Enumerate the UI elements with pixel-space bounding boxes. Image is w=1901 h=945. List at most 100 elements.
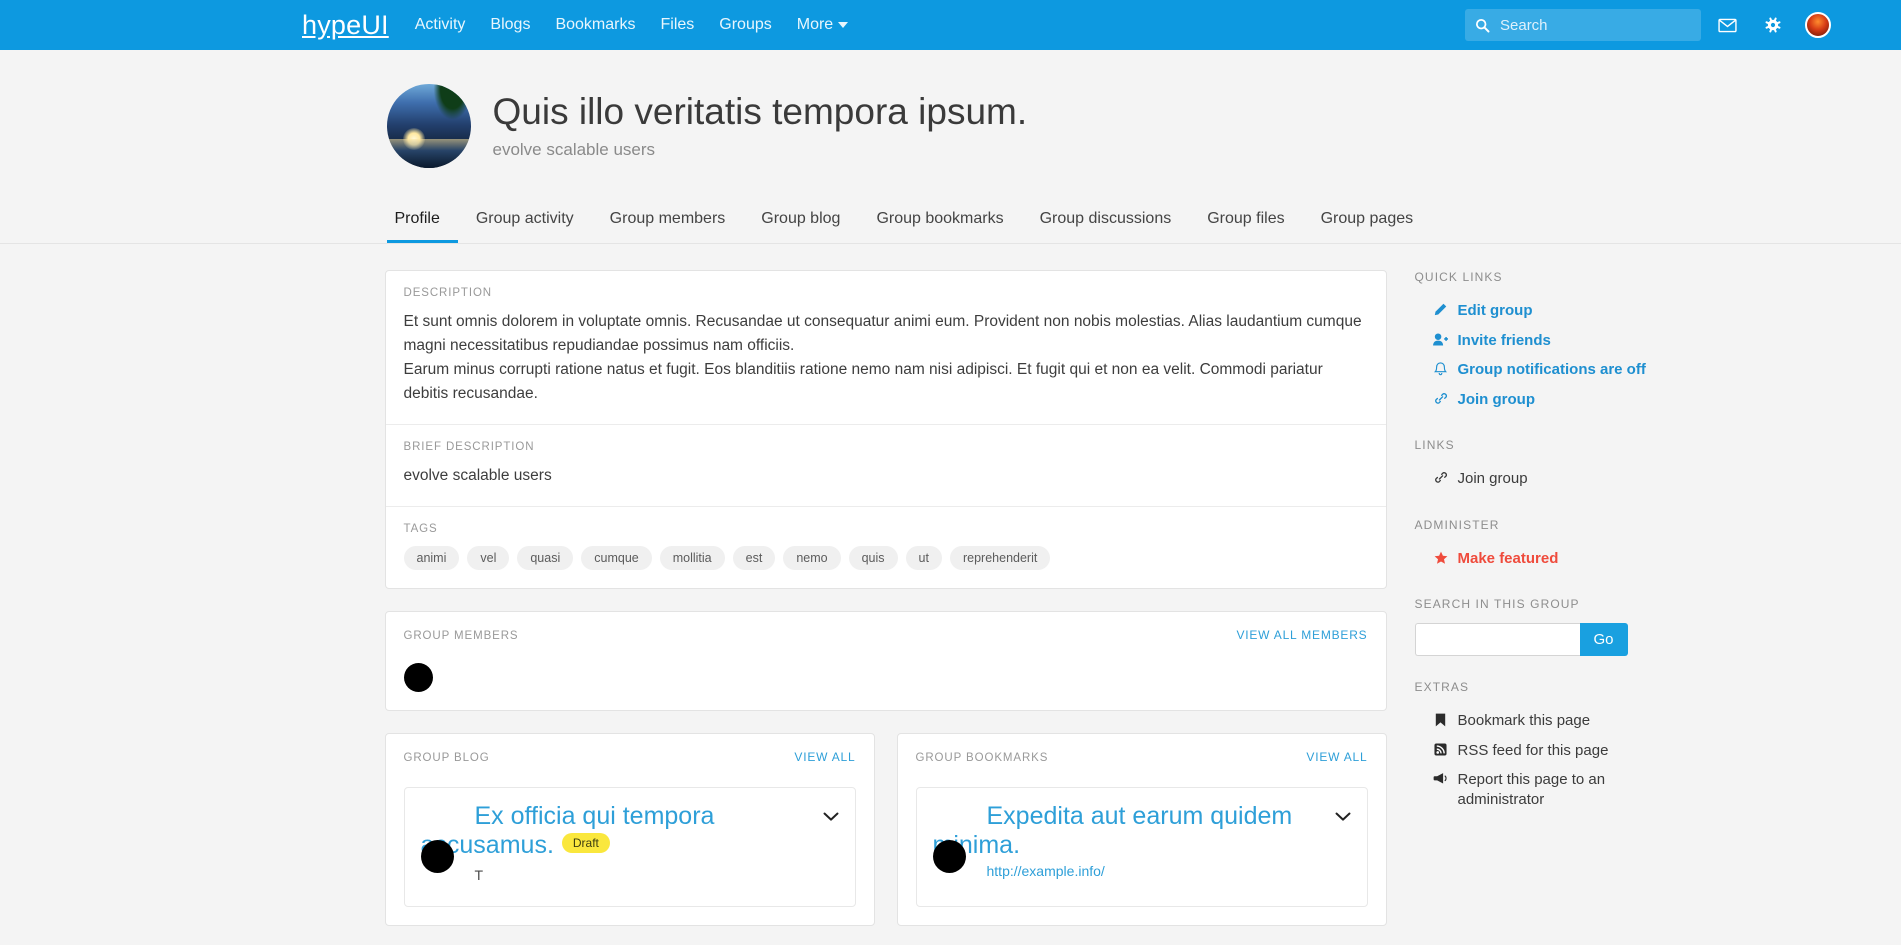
- sidebar-item-label: Invite friends: [1458, 331, 1551, 351]
- tag-item[interactable]: cumque: [581, 546, 651, 570]
- sidebar-item-rss-feed[interactable]: RSS feed for this page: [1415, 736, 1679, 766]
- tag-item[interactable]: quis: [849, 546, 898, 570]
- bookmark-list-item: Expedita aut earum quidem minima. http:/…: [916, 787, 1368, 907]
- sidebar-item-label: Join group: [1458, 390, 1536, 410]
- status-badge: Draft: [562, 833, 610, 853]
- water-decoration: [387, 139, 471, 168]
- sidebar-item-label: RSS feed for this page: [1458, 741, 1609, 761]
- group-bookmarks-section: GROUP BOOKMARKS VIEW ALL Expedita aut ea…: [898, 734, 1386, 925]
- nav-item-more[interactable]: More: [797, 16, 848, 34]
- avatar[interactable]: [933, 840, 966, 873]
- group-members-card: GROUP MEMBERS VIEW ALL MEMBERS: [385, 611, 1387, 711]
- top-navigation-bar: hypeUI Activity Blogs Bookmarks Files Gr…: [0, 0, 1901, 50]
- brief-description-value: evolve scalable users: [404, 464, 1368, 488]
- group-tabs: Profile Group activity Group members Gro…: [385, 204, 1517, 243]
- search-group-label: SEARCH IN THIS GROUP: [1415, 597, 1679, 611]
- avatar[interactable]: [404, 663, 433, 692]
- tag-item[interactable]: reprehenderit: [950, 546, 1050, 570]
- description-paragraph-1: Et sunt omnis dolorem in voluptate omnis…: [404, 310, 1368, 358]
- rss-icon: [1433, 743, 1449, 756]
- tab-group-pages[interactable]: Group pages: [1303, 204, 1432, 243]
- user-avatar[interactable]: [1805, 12, 1831, 38]
- group-search-go-button[interactable]: Go: [1580, 623, 1628, 656]
- brief-description-label: BRIEF DESCRIPTION: [404, 441, 1368, 453]
- bell-icon: [1433, 362, 1449, 376]
- group-bookmarks-card: GROUP BOOKMARKS VIEW ALL Expedita aut ea…: [897, 733, 1387, 926]
- sidebar-item-label: Bookmark this page: [1458, 711, 1591, 731]
- tag-item[interactable]: vel: [467, 546, 509, 570]
- link-icon: [1433, 471, 1449, 484]
- tab-group-files[interactable]: Group files: [1189, 204, 1302, 243]
- links-label: LINKS: [1415, 438, 1679, 452]
- description-text: Et sunt omnis dolorem in voluptate omnis…: [404, 310, 1368, 406]
- nav-item-files[interactable]: Files: [660, 16, 694, 34]
- tag-item[interactable]: quasi: [517, 546, 573, 570]
- chevron-down-icon: [838, 22, 848, 28]
- tab-profile[interactable]: Profile: [387, 204, 458, 243]
- chevron-down-icon[interactable]: [823, 812, 839, 822]
- main-column: DESCRIPTION Et sunt omnis dolorem in vol…: [385, 270, 1387, 926]
- administer-block: ADMINISTER Make featured: [1415, 518, 1679, 574]
- user-plus-icon: [1433, 333, 1449, 346]
- nav-item-bookmarks[interactable]: Bookmarks: [555, 16, 635, 34]
- sidebar-item-report-page[interactable]: Report this page to an administrator: [1415, 765, 1679, 814]
- sidebar-item-label: Edit group: [1458, 301, 1533, 321]
- tag-item[interactable]: nemo: [783, 546, 840, 570]
- description-section: DESCRIPTION Et sunt omnis dolorem in vol…: [386, 271, 1386, 424]
- top-bar-tools: [1465, 9, 1831, 41]
- tag-item[interactable]: ut: [906, 546, 942, 570]
- group-members-section: GROUP MEMBERS VIEW ALL MEMBERS: [386, 612, 1386, 710]
- messages-button[interactable]: [1707, 9, 1747, 41]
- links-block: LINKS Join group: [1415, 438, 1679, 494]
- search-input[interactable]: [1498, 16, 1691, 35]
- description-label: DESCRIPTION: [404, 287, 1368, 299]
- tag-item[interactable]: animi: [404, 546, 460, 570]
- group-avatar[interactable]: [387, 84, 471, 168]
- group-blog-view-all-link[interactable]: VIEW ALL: [794, 750, 855, 764]
- sidebar-item-invite-friends[interactable]: Invite friends: [1415, 326, 1679, 356]
- tag-item[interactable]: est: [733, 546, 776, 570]
- tag-item[interactable]: mollitia: [660, 546, 725, 570]
- sidebar-item-join-group-quick[interactable]: Join group: [1415, 385, 1679, 415]
- nav-more-label: More: [797, 16, 833, 33]
- global-search[interactable]: [1465, 9, 1701, 41]
- sidebar-item-label: Report this page to an administrator: [1458, 770, 1679, 809]
- sidebar-item-group-notifications[interactable]: Group notifications are off: [1415, 355, 1679, 385]
- group-blog-card: GROUP BLOG VIEW ALL Ex officia qui tempo…: [385, 733, 875, 926]
- tab-group-bookmarks[interactable]: Group bookmarks: [858, 204, 1021, 243]
- link-icon: [1433, 392, 1449, 405]
- page-subtitle: evolve scalable users: [493, 140, 1028, 160]
- dual-cards-row: GROUP BLOG VIEW ALL Ex officia qui tempo…: [385, 733, 1387, 926]
- sidebar-item-join-group[interactable]: Join group: [1415, 464, 1679, 494]
- nav-item-activity[interactable]: Activity: [415, 16, 466, 34]
- chevron-down-icon[interactable]: [1335, 812, 1351, 822]
- tab-group-activity[interactable]: Group activity: [458, 204, 592, 243]
- nav-item-groups[interactable]: Groups: [719, 16, 771, 34]
- sidebar-item-bookmark-page[interactable]: Bookmark this page: [1415, 706, 1679, 736]
- tags-section: TAGS animi vel quasi cumque mollitia est…: [386, 506, 1386, 588]
- group-search-input[interactable]: [1415, 623, 1580, 656]
- tab-group-members[interactable]: Group members: [592, 204, 744, 243]
- search-icon: [1475, 18, 1490, 33]
- group-bookmarks-view-all-link[interactable]: VIEW ALL: [1306, 750, 1367, 764]
- description-paragraph-2: Earum minus corrupti ratione natus et fu…: [404, 358, 1368, 406]
- tab-group-discussions[interactable]: Group discussions: [1022, 204, 1190, 243]
- sidebar-item-make-featured[interactable]: Make featured: [1415, 544, 1679, 574]
- group-blog-label: GROUP BLOG: [404, 752, 490, 764]
- bookmark-item-url[interactable]: http://example.info/: [933, 863, 1351, 879]
- nav-item-blogs[interactable]: Blogs: [490, 16, 530, 34]
- tab-group-blog[interactable]: Group blog: [743, 204, 858, 243]
- bookmark-icon: [1433, 713, 1449, 727]
- settings-button[interactable]: [1753, 9, 1793, 41]
- palm-tree-decoration: [431, 84, 467, 124]
- bookmark-item-title[interactable]: Expedita aut earum quidem minima.: [933, 802, 1293, 859]
- avatar[interactable]: [421, 840, 454, 873]
- brand-logo[interactable]: hypeUI: [302, 10, 389, 41]
- tags-label: TAGS: [404, 523, 1368, 535]
- page-body: DESCRIPTION Et sunt omnis dolorem in vol…: [385, 244, 1517, 926]
- view-all-members-link[interactable]: VIEW ALL MEMBERS: [1236, 628, 1367, 642]
- group-details-card: DESCRIPTION Et sunt omnis dolorem in vol…: [385, 270, 1387, 589]
- brief-description-section: BRIEF DESCRIPTION evolve scalable users: [386, 424, 1386, 506]
- extras-label: EXTRAS: [1415, 680, 1679, 694]
- sidebar-item-edit-group[interactable]: Edit group: [1415, 296, 1679, 326]
